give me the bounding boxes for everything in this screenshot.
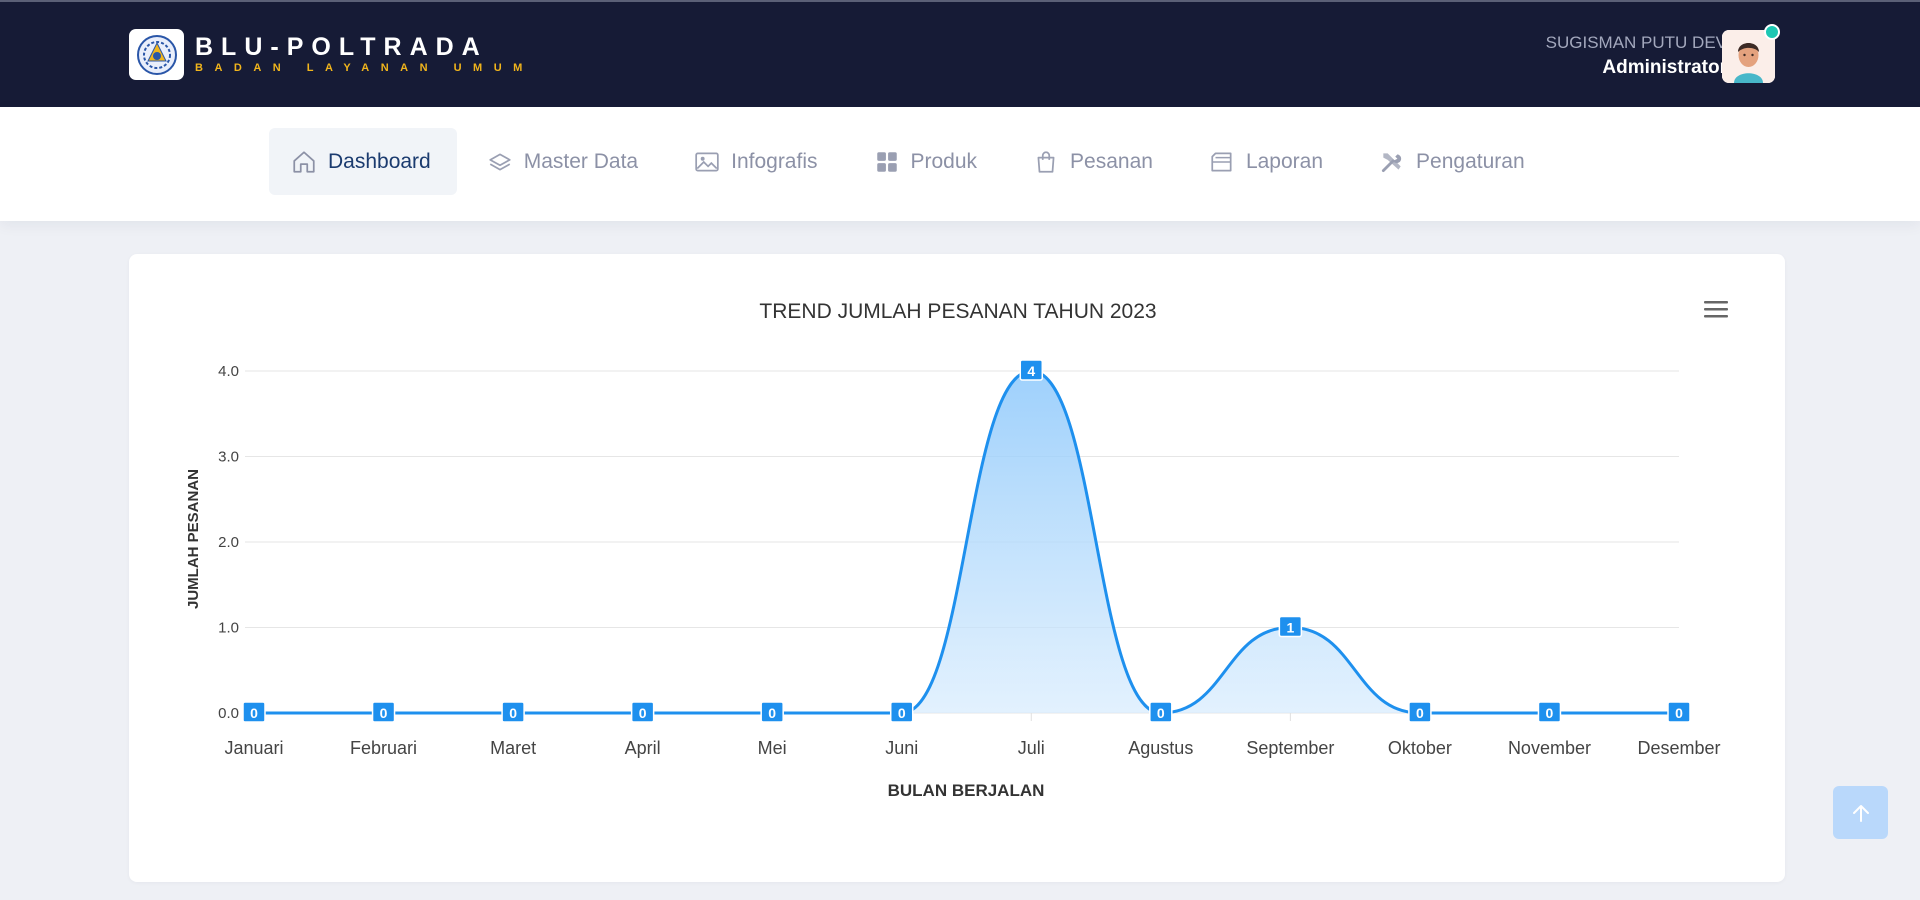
nav-label-dashboard: Dashboard — [328, 149, 431, 173]
hamburger-menu-icon — [1704, 301, 1728, 318]
user-role: Administrator — [1602, 57, 1727, 78]
nav-item-dashboard[interactable]: Dashboard — [269, 128, 457, 195]
data-label[interactable]: 0 — [1537, 701, 1562, 723]
arrow-up-icon — [1852, 804, 1869, 822]
x-tick-label: Mei — [758, 738, 787, 758]
nav-item-pengaturan[interactable]: Pengaturan — [1357, 128, 1551, 195]
online-status-dot — [1764, 24, 1780, 40]
nav-label-master-data: Master Data — [523, 149, 639, 173]
main-navbar: Dashboard Master Data Infografis Produk … — [0, 107, 1920, 221]
x-tick-label: Desember — [1637, 738, 1720, 758]
grid-icon — [876, 151, 897, 172]
scroll-to-top-button[interactable] — [1833, 786, 1888, 839]
top-header: BLU-POLTRADA BADAN LAYANAN UMUM SUGISMAN… — [0, 0, 1920, 107]
x-tick-label: November — [1508, 738, 1591, 758]
chart-y-axis-label: JUMLAH PESANAN — [185, 469, 202, 609]
data-label-value: 1 — [1286, 620, 1294, 636]
y-tick-label: 3.0 — [218, 449, 239, 466]
y-tick-label: 2.0 — [218, 534, 239, 551]
data-label[interactable]: 0 — [501, 701, 525, 723]
nav-label-infografis: Infografis — [731, 149, 818, 173]
y-tick-label: 0.0 — [218, 705, 239, 722]
main-nav: Dashboard Master Data Infografis Produk … — [269, 128, 1559, 195]
data-label-value: 0 — [768, 705, 776, 721]
user-avatar[interactable] — [1722, 24, 1780, 83]
data-label[interactable]: 0 — [630, 701, 655, 723]
chart-x-axis-label: BULAN BERJALAN — [888, 781, 1045, 800]
data-label[interactable]: 1 — [1278, 615, 1303, 638]
nav-item-master-data[interactable]: Master Data — [465, 128, 664, 195]
data-label-value: 0 — [250, 705, 258, 721]
nav-label-pesanan: Pesanan — [1070, 149, 1153, 173]
data-label-value: 0 — [1416, 705, 1424, 721]
nav-label-laporan: Laporan — [1245, 149, 1324, 173]
shopping-bag-icon — [1037, 150, 1055, 173]
data-label[interactable]: 0 — [371, 701, 396, 723]
x-tick-label: September — [1246, 738, 1334, 758]
data-label[interactable]: 0 — [1149, 701, 1173, 723]
nav-item-laporan[interactable]: Laporan — [1187, 128, 1349, 195]
poltrada-logo — [129, 29, 184, 80]
user-name: SUGISMAN PUTU DEV — [1545, 33, 1727, 52]
x-tick-label: Maret — [490, 738, 536, 758]
data-label-value: 0 — [898, 705, 906, 721]
data-label-value: 0 — [509, 705, 517, 721]
data-label[interactable]: 0 — [242, 701, 266, 723]
data-label[interactable]: 0 — [889, 701, 914, 723]
brand-title: BLU-POLTRADA — [195, 33, 488, 61]
x-tick-label: Januari — [224, 738, 283, 758]
home-icon — [293, 150, 315, 173]
x-tick-label: Juli — [1018, 738, 1045, 758]
brand[interactable]: BLU-POLTRADA BADAN LAYANAN UMUM — [129, 29, 534, 80]
data-label[interactable]: 0 — [760, 701, 784, 723]
nav-item-infografis[interactable]: Infografis — [672, 128, 843, 195]
data-label-value: 4 — [1027, 363, 1035, 379]
chart-title: TREND JUMLAH PESANAN TAHUN 2023 — [759, 300, 1156, 323]
data-label-value: 0 — [1675, 705, 1683, 721]
nav-item-pesanan[interactable]: Pesanan — [1011, 128, 1179, 195]
data-label-value: 0 — [1157, 705, 1165, 721]
data-label[interactable]: 4 — [1019, 359, 1044, 381]
orders-trend-chart: TREND JUMLAH PESANAN TAHUN 2023 BULAN BE… — [185, 300, 1721, 800]
data-label-value: 0 — [1546, 705, 1554, 721]
chart-menu-button[interactable] — [1703, 298, 1729, 320]
nav-label-produk: Produk — [910, 149, 978, 173]
x-tick-label: Juni — [885, 738, 918, 758]
brand-subtitle: BADAN LAYANAN UMUM — [195, 62, 534, 74]
data-label[interactable]: 0 — [1667, 701, 1691, 723]
x-tick-label: Februari — [350, 738, 417, 758]
data-label-value: 0 — [380, 705, 388, 721]
data-label-value: 0 — [639, 705, 647, 721]
y-tick-label: 1.0 — [218, 620, 239, 637]
layers-icon — [489, 153, 511, 170]
x-tick-label: Oktober — [1388, 738, 1452, 758]
data-label[interactable]: 0 — [1408, 701, 1432, 723]
user-info: SUGISMAN PUTU DEV Administrator — [1546, 32, 1727, 82]
x-tick-label: Agustus — [1128, 738, 1193, 758]
image-icon — [695, 151, 719, 172]
folder-icon — [1211, 151, 1232, 172]
y-tick-label: 4.0 — [218, 363, 239, 380]
chart-card: TREND JUMLAH PESANAN TAHUN 2023 BULAN BE… — [129, 254, 1785, 882]
nav-item-produk[interactable]: Produk — [852, 128, 1004, 195]
tools-icon — [1381, 152, 1402, 172]
nav-label-pengaturan: Pengaturan — [1416, 149, 1525, 173]
x-tick-label: April — [625, 738, 661, 758]
